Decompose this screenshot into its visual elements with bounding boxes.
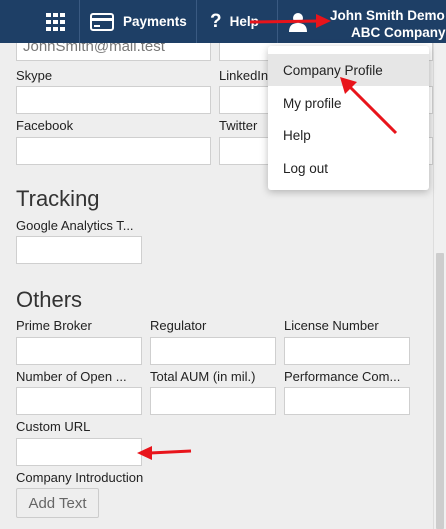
skype-label: Skype: [16, 68, 53, 83]
twitter-label: Twitter: [219, 118, 258, 133]
user-company[interactable]: ABC Company: [351, 25, 446, 40]
credit-card-icon: [90, 12, 114, 31]
google-analytics-field[interactable]: [16, 236, 142, 264]
regulator-field[interactable]: [150, 337, 276, 365]
apps-grid-button[interactable]: [44, 0, 68, 43]
custom-url-label: Custom URL: [16, 419, 91, 434]
linkedin-label: LinkedIn: [219, 68, 269, 83]
nav-divider: [196, 0, 197, 43]
menu-item-company-profile[interactable]: Company Profile: [268, 54, 429, 86]
license-number-field[interactable]: [284, 337, 410, 365]
company-introduction-label: Company Introduction: [16, 470, 144, 485]
facebook-field[interactable]: [16, 137, 211, 165]
user-icon: [289, 12, 307, 32]
facebook-label: Facebook: [16, 118, 74, 133]
nav-divider: [277, 0, 278, 43]
add-text-button[interactable]: Add Text: [16, 488, 99, 518]
help-nav-button[interactable]: ? Help: [210, 0, 259, 43]
payments-label: Payments: [123, 14, 187, 29]
grid-icon: [46, 12, 65, 31]
scrollbar-thumb[interactable]: [436, 253, 444, 529]
email-field[interactable]: JohnSmith@mail.test: [16, 43, 211, 61]
payments-nav-button[interactable]: Payments: [90, 0, 187, 43]
regulator-label: Regulator: [150, 318, 207, 333]
total-aum-label: Total AUM (in mil.): [150, 369, 256, 384]
menu-item-log-out[interactable]: Log out: [268, 152, 429, 184]
user-name[interactable]: John Smith Demo: [330, 8, 445, 23]
custom-url-field[interactable]: [16, 438, 142, 466]
performance-label: Performance Com...: [284, 369, 401, 384]
others-heading: Others: [16, 287, 83, 312]
question-icon: ?: [210, 10, 222, 32]
performance-field[interactable]: [284, 387, 410, 415]
user-dropdown-menu: Company Profile My profile Help Log out: [268, 46, 429, 190]
open-accounts-field[interactable]: [16, 387, 142, 415]
help-label: Help: [229, 14, 259, 29]
license-number-label: License Number: [284, 318, 379, 333]
prime-broker-label: Prime Broker: [16, 318, 92, 333]
user-menu-button[interactable]: [288, 0, 308, 43]
page-scrollbar[interactable]: [433, 43, 446, 529]
total-aum-field[interactable]: [150, 387, 276, 415]
skype-field[interactable]: [16, 86, 211, 114]
top-nav-bar: Payments ? Help John Smith Demo ABC Comp…: [0, 0, 446, 43]
prime-broker-field[interactable]: [16, 337, 142, 365]
google-analytics-label: Google Analytics T...: [16, 218, 134, 233]
tracking-heading: Tracking: [16, 186, 100, 211]
open-accounts-label: Number of Open ...: [16, 369, 127, 384]
menu-item-help[interactable]: Help: [268, 119, 429, 151]
nav-divider: [79, 0, 80, 43]
menu-item-my-profile[interactable]: My profile: [268, 87, 429, 119]
